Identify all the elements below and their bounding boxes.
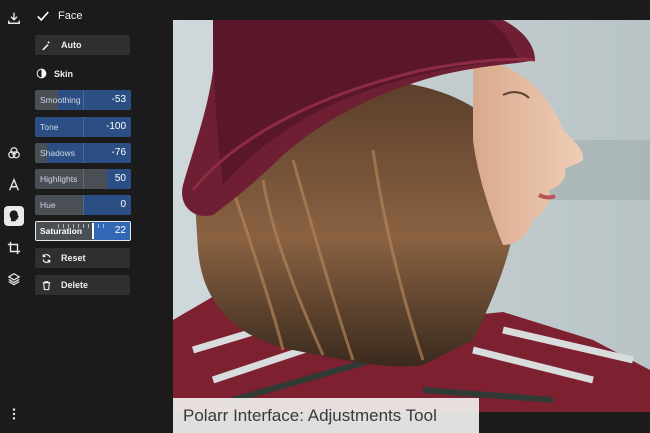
slider-label: Saturation [40,226,83,236]
section-label: Skin [54,68,74,79]
magic-wand-icon [42,40,51,50]
reset-button-label: Reset [61,253,86,263]
half-circle-icon [36,68,47,79]
slider-value: 50 [114,173,126,184]
face-icon[interactable] [4,206,24,226]
slider-highlights[interactable]: Highlights 50 [35,169,131,189]
adjustments-panel: Face Auto Skin Smoothing -53 Tone -100 S… [28,0,170,433]
slider-value: -76 [111,147,126,158]
more-icon[interactable] [4,404,24,424]
auto-button[interactable]: Auto [35,35,130,55]
check-icon [37,11,49,22]
slider-saturation[interactable]: Saturation 22 [35,221,131,241]
reset-icon [42,253,51,263]
delete-button-label: Delete [61,280,89,290]
slider-tone[interactable]: Tone -100 [35,117,131,137]
panel-title: Face [58,10,83,22]
slider-label: Highlights [40,174,78,184]
slider-center-mark [83,195,84,215]
tool-rail [0,0,28,433]
slider-value: -100 [105,121,126,132]
trash-icon [42,280,51,290]
slider-smoothing[interactable]: Smoothing -53 [35,90,131,110]
skin-section-header: Skin [36,68,73,79]
reset-button[interactable]: Reset [35,248,130,268]
text-icon[interactable] [4,175,24,195]
slider-center-mark [83,143,84,163]
portrait-illustration [173,20,650,412]
auto-button-label: Auto [61,40,82,50]
caption-label: Polarr Interface: Adjustments Tool [173,398,479,433]
slider-handle[interactable] [92,223,95,239]
slider-center-mark [83,117,84,137]
slider-label: Hue [40,200,56,210]
slider-shadows[interactable]: Shadows -76 [35,143,131,163]
slider-value: 0 [120,199,126,210]
slider-value: 22 [114,225,126,236]
slider-center-mark [83,169,84,189]
panel-header[interactable]: Face [36,9,82,23]
slider-value: -53 [111,94,126,105]
portrait-photo[interactable] [173,20,650,412]
circles-icon[interactable] [4,143,24,163]
slider-hue[interactable]: Hue 0 [35,195,131,215]
layers-icon[interactable] [4,269,24,289]
slider-label: Shadows [40,148,75,158]
delete-button[interactable]: Delete [35,275,130,295]
download-icon[interactable] [4,8,24,28]
slider-center-mark [83,90,84,110]
slider-label: Tone [40,122,59,132]
crop-icon[interactable] [4,238,24,258]
photo-canvas: Polarr Interface: Adjustments Tool [170,0,650,433]
slider-label: Smoothing [40,95,81,105]
